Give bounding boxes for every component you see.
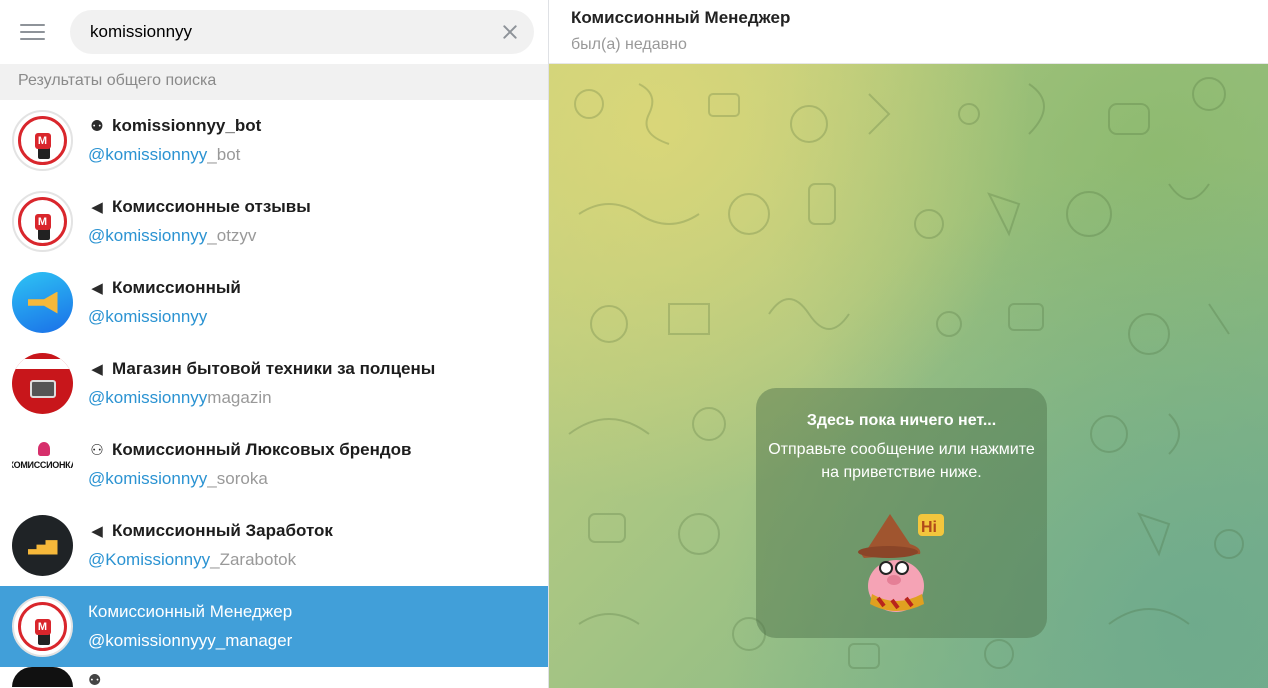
result-info: ◀ Комиссионный @komissionnyy: [88, 276, 536, 329]
avatar: M: [12, 596, 73, 657]
result-info: ◀ Комиссионный Заработок @Komissionnyy_Z…: [88, 519, 536, 572]
result-info: ◀ Магазин бытовой техники за полцены @ko…: [88, 357, 536, 410]
username-match: @komissionnyy: [88, 388, 208, 407]
search-result-item[interactable]: ◀ Магазин бытовой техники за полцены @ko…: [0, 343, 548, 424]
avatar: M: [12, 191, 73, 252]
chat-title: Комиссионный Менеджер: [571, 8, 791, 27]
result-title: Комиссионный Заработок: [112, 521, 333, 540]
result-username: @komissionnyy_soroka: [88, 469, 536, 491]
username-match: @komissionnyy: [88, 307, 208, 326]
greeting-sticker-icon[interactable]: Hi: [848, 508, 958, 618]
chat-header[interactable]: Комиссионный Менеджер был(а) недавно: [549, 0, 1268, 64]
username-rest: _soroka: [207, 469, 268, 488]
chat-status: был(а) недавно: [571, 36, 687, 53]
empty-chat-title: Здесь пока ничего нет...: [806, 412, 997, 429]
result-info: Комиссионный Менеджер @komissionnyyy_man…: [88, 600, 536, 653]
chat-background: Здесь пока ничего нет... Отправьте сообщ…: [549, 64, 1268, 688]
sidebar: Результаты общего поиска M ⚉ komissionny…: [0, 0, 549, 688]
username-rest: _bot: [207, 145, 241, 164]
bot-icon: ⚉: [88, 672, 102, 688]
search-result-item-active[interactable]: M Комиссионный Менеджер @komissionnyyy_m…: [0, 586, 548, 667]
avatar: [12, 353, 73, 414]
username-match: @komissionnyy: [88, 469, 208, 488]
search-result-item[interactable]: M ⚉ komissionnyy_bot @komissionnyy_bot: [0, 100, 548, 181]
result-info: ⚉ komissionnyy_bot @komissionnyy_bot: [88, 114, 536, 167]
result-title-line: Комиссионный Менеджер: [88, 600, 536, 624]
clear-search-icon[interactable]: [500, 22, 520, 42]
search-box: [70, 10, 534, 54]
result-username: @komissionnyy_otzyv: [88, 226, 536, 248]
result-title: Магазин бытовой техники за полцены: [112, 359, 436, 378]
result-title: komissionnyy_bot: [112, 116, 262, 135]
username-match: @komissionnyy: [88, 226, 208, 245]
result-title: Комиссионные отзывы: [112, 197, 311, 216]
avatar: [12, 667, 73, 687]
result-title-line: ◀ Комиссионный Заработок: [88, 519, 536, 543]
search-result-item[interactable]: КОМИССИОНКА ⚇ Комиссионный Люксовых брен…: [0, 424, 548, 505]
result-username: @komissionnyymagazin: [88, 388, 536, 410]
search-input[interactable]: [90, 22, 500, 42]
bot-icon: ⚉: [90, 118, 104, 135]
result-title-line: ◀ Комиссионные отзывы: [88, 195, 536, 219]
channel-icon: ◀: [91, 280, 103, 297]
username-match: @komissionnyy: [88, 145, 208, 164]
group-icon: ⚇: [90, 442, 104, 459]
global-search-header: Результаты общего поиска: [0, 64, 548, 100]
result-title-line: ◀ Магазин бытовой техники за полцены: [88, 357, 536, 381]
result-title: Комиссионный Менеджер: [88, 602, 293, 621]
channel-icon: ◀: [91, 523, 103, 540]
result-username: @komissionnyy: [88, 307, 536, 329]
chat-panel: Комиссионный Менеджер был(а) недавно Зде…: [549, 0, 1268, 688]
result-info: ◀ Комиссионные отзывы @komissionnyy_otzy…: [88, 195, 536, 248]
result-title-line: ⚇ Комиссионный Люксовых брендов: [88, 438, 536, 462]
sticker-text: Hi: [921, 519, 937, 536]
empty-chat-text: Отправьте сообщение или нажмите на приве…: [768, 441, 1035, 481]
search-result-item-partial[interactable]: ⚉: [0, 667, 548, 688]
username-rest: _otzyv: [207, 226, 257, 245]
avatar: M: [12, 110, 73, 171]
username-match: @Komissionnyy: [88, 550, 211, 569]
result-title-line: ⚉ komissionnyy_bot: [88, 114, 536, 138]
result-username: @komissionnyy_bot: [88, 145, 536, 167]
search-result-item[interactable]: ◀ Комиссионный @komissionnyy: [0, 262, 548, 343]
search-result-item[interactable]: M ◀ Комиссионные отзывы @komissionnyy_ot…: [0, 181, 548, 262]
result-info: ⚇ Комиссионный Люксовых брендов @komissi…: [88, 438, 536, 491]
search-results-list: M ⚉ komissionnyy_bot @komissionnyy_bot M…: [0, 100, 548, 667]
username-rest: _Zarabotok: [210, 550, 297, 569]
empty-chat-card: Здесь пока ничего нет... Отправьте сообщ…: [756, 388, 1047, 638]
avatar: [12, 515, 73, 576]
avatar: [12, 272, 73, 333]
channel-icon: ◀: [91, 361, 103, 378]
channel-icon: ◀: [91, 199, 103, 216]
result-title: Комиссионный Люксовых брендов: [112, 440, 412, 459]
result-username: @komissionnyyy_manager: [88, 631, 536, 653]
avatar: КОМИССИОНКА: [12, 434, 73, 495]
search-result-item[interactable]: ◀ Комиссионный Заработок @Komissionnyy_Z…: [0, 505, 548, 586]
username-match: @komissionnyyy_manager: [88, 631, 293, 650]
username-rest: magazin: [207, 388, 272, 407]
hamburger-menu-icon[interactable]: [20, 17, 50, 47]
sidebar-topbar: [0, 0, 548, 64]
result-title: Комиссионный: [112, 278, 241, 297]
telegram-window: Результаты общего поиска M ⚉ komissionny…: [0, 0, 1268, 688]
result-title-line: ◀ Комиссионный: [88, 276, 536, 300]
avatar-text: КОМИССИОНКА: [12, 459, 73, 470]
result-username: @Komissionnyy_Zarabotok: [88, 550, 536, 572]
